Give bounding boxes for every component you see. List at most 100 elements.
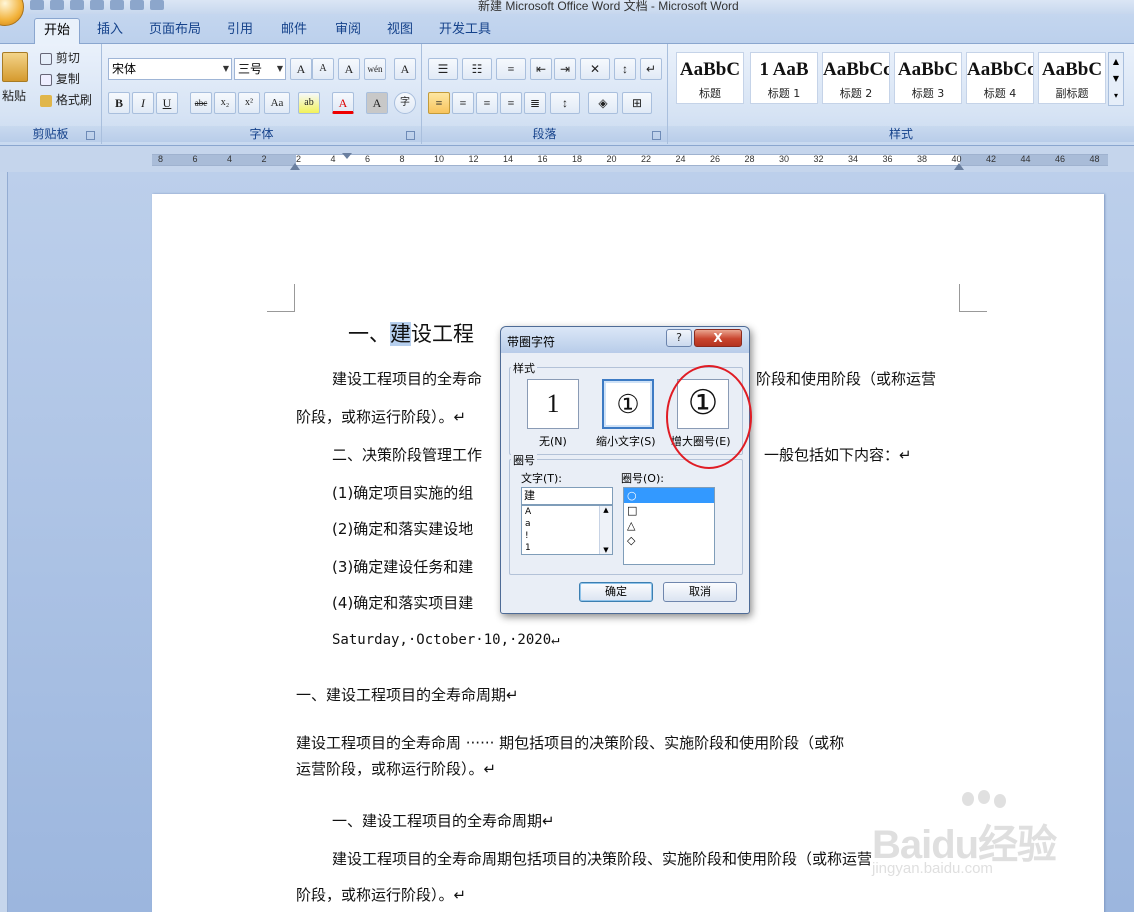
tab-developer[interactable]: 开发工具 (432, 18, 498, 44)
doc-line[interactable]: 阶段和使用阶段（或称运营 (756, 368, 936, 389)
paste-button[interactable]: 粘贴 (2, 86, 26, 106)
doc-line[interactable]: 建设工程项目的全寿命周期包括项目的决策阶段、实施阶段和使用阶段（或称运营 (332, 848, 872, 869)
doc-line[interactable]: 一、建设工程项目的全寿命周期↵ (296, 684, 519, 705)
cancel-button[interactable]: 取消 (663, 582, 737, 602)
undo-icon[interactable] (30, 0, 44, 10)
doc-date-line[interactable]: Saturday,·October·10,·2020↵ (332, 632, 560, 648)
new-doc-icon[interactable] (110, 0, 124, 10)
doc-heading[interactable]: 一、建设工程 (348, 318, 474, 348)
font-launcher-icon[interactable] (406, 131, 415, 140)
selected-char[interactable]: 建 (390, 322, 411, 346)
list-item[interactable]: △ (624, 518, 714, 533)
style-heading-4[interactable]: AaBbCc 标题 4 (966, 52, 1034, 104)
tab-references[interactable]: 引用 (218, 18, 262, 44)
text-listbox[interactable]: A a ! 1 ▲ ▼ (521, 505, 613, 555)
doc-line[interactable]: 建设工程项目的全寿命 (332, 368, 482, 389)
dialog-title-bar[interactable]: 带圈字符 ? X (501, 327, 749, 353)
list-item[interactable]: ○ (624, 488, 714, 503)
multilevel-list-icon[interactable]: ≡ (496, 58, 526, 80)
style-heading-1[interactable]: 1 AaB 标题 1 (750, 52, 818, 104)
tab-view[interactable]: 视图 (378, 18, 422, 44)
enclosure-listbox[interactable]: ○ □ △ ◇ (623, 487, 715, 565)
doc-line[interactable]: (1)确定项目实施的组 (332, 482, 473, 503)
doc-line[interactable]: 一、建设工程项目的全寿命周期↵ (332, 810, 555, 831)
strikethrough-button[interactable]: abc (190, 92, 212, 114)
clear-format-button[interactable]: A (338, 58, 360, 80)
copy-button[interactable]: 复制 (40, 69, 80, 89)
open-icon[interactable] (130, 0, 144, 10)
style-option-none[interactable]: 1 (527, 379, 579, 429)
left-indent-marker-icon[interactable] (290, 163, 300, 170)
style-subtitle[interactable]: AaBbC 副标题 (1038, 52, 1106, 104)
doc-line[interactable]: 建设工程项目的全寿命周 ······ 期包括项目的决策阶段、实施阶段和使用阶段（… (296, 732, 844, 753)
style-title[interactable]: AaBbC 标题 (676, 52, 744, 104)
doc-line[interactable]: 阶段，或称运行阶段）。↵ (296, 406, 466, 427)
style-heading-2[interactable]: AaBbCc 标题 2 (822, 52, 890, 104)
scroll-up-icon[interactable]: ▲ (600, 506, 612, 514)
doc-line[interactable]: 二、决策阶段管理工作 (332, 444, 482, 465)
save-icon[interactable] (150, 0, 164, 10)
grow-font-button[interactable]: A (290, 58, 312, 80)
font-color-button[interactable]: A (332, 92, 354, 114)
font-size-combo[interactable]: 三号 ▼ (234, 58, 286, 80)
italic-button[interactable]: I (132, 92, 154, 114)
paste-icon[interactable] (2, 52, 28, 82)
first-line-indent-marker-icon[interactable] (342, 153, 352, 159)
tab-home[interactable]: 开始 (34, 18, 80, 44)
align-left-icon[interactable]: ≡ (428, 92, 450, 114)
subscript-button[interactable]: x₂ (214, 92, 236, 114)
char-shading-button[interactable]: A (366, 92, 388, 114)
scroll-down-icon[interactable]: ▼ (600, 546, 612, 554)
tab-mailings[interactable]: 邮件 (272, 18, 316, 44)
chinese-layout-icon[interactable]: ✕ (580, 58, 610, 80)
tab-review[interactable]: 审阅 (326, 18, 370, 44)
phonetic-guide-button[interactable]: wén (364, 58, 386, 80)
borders-icon[interactable]: ⊞ (622, 92, 652, 114)
line-spacing-icon[interactable]: ↕ (550, 92, 580, 114)
help-button[interactable]: ? (666, 329, 692, 347)
tab-insert[interactable]: 插入 (88, 18, 132, 44)
sort-icon[interactable]: ↕ (614, 58, 636, 80)
highlight-button[interactable]: ab (298, 92, 320, 114)
char-border-button[interactable]: A (394, 58, 416, 80)
doc-line[interactable]: (2)确定和落实建设地 (332, 518, 473, 539)
doc-line[interactable]: 阶段，或称运行阶段）。↵ (296, 884, 466, 905)
format-painter-button[interactable]: 格式刷 (40, 90, 92, 110)
superscript-button[interactable]: x² (238, 92, 260, 114)
align-center-icon[interactable]: ≡ (452, 92, 474, 114)
underline-button[interactable]: U (156, 92, 178, 114)
list-item[interactable]: ◇ (624, 533, 714, 548)
show-marks-icon[interactable]: ↵ (640, 58, 662, 80)
redo-icon[interactable] (50, 0, 64, 10)
decrease-indent-icon[interactable]: ⇤ (530, 58, 552, 80)
text-input[interactable]: 建 (521, 487, 613, 505)
styles-scroll[interactable]: ▲ ▼ ▾ (1108, 52, 1124, 106)
distribute-icon[interactable]: ≣ (524, 92, 546, 114)
right-indent-marker-icon[interactable] (954, 163, 964, 170)
cut-button[interactable]: 剪切 (40, 48, 80, 68)
numbering-icon[interactable]: ☷ (462, 58, 492, 80)
doc-line[interactable]: 运营阶段，或称运行阶段）。↵ (296, 758, 496, 779)
doc-line[interactable]: (3)确定建设任务和建 (332, 556, 473, 577)
bold-button[interactable]: B (108, 92, 130, 114)
paragraph-launcher-icon[interactable] (652, 131, 661, 140)
style-option-shrink-text[interactable]: ① (602, 379, 654, 429)
shrink-font-button[interactable]: A (312, 58, 334, 80)
ok-button[interactable]: 确定 (579, 582, 653, 602)
justify-icon[interactable]: ≡ (500, 92, 522, 114)
scrollbar[interactable]: ▲ ▼ (599, 506, 612, 554)
clipboard-launcher-icon[interactable] (86, 131, 95, 140)
doc-line[interactable]: (4)确定和落实项目建 (332, 592, 473, 613)
preview-icon[interactable] (90, 0, 104, 10)
horizontal-ruler[interactable]: 8 6 4 2 2 4 6 8 10 12 14 16 18 20 22 24 26 28 30 32 34 36 38 40… (152, 153, 1108, 170)
font-name-combo[interactable]: 宋体 ▼ (108, 58, 232, 80)
print-icon[interactable] (70, 0, 84, 10)
increase-indent-icon[interactable]: ⇥ (554, 58, 576, 80)
list-item[interactable]: □ (624, 503, 714, 518)
enclose-char-button[interactable]: 字 (394, 92, 416, 114)
tab-page-layout[interactable]: 页面布局 (142, 18, 208, 44)
style-heading-3[interactable]: AaBbC 标题 3 (894, 52, 962, 104)
align-right-icon[interactable]: ≡ (476, 92, 498, 114)
shading-icon[interactable]: ◈ (588, 92, 618, 114)
bullets-icon[interactable]: ☰ (428, 58, 458, 80)
